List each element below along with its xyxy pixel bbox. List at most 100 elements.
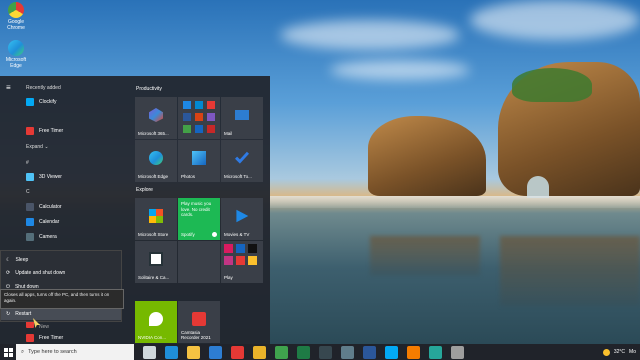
app-item-calendar[interactable]: Calendar xyxy=(26,216,59,228)
clockify-icon xyxy=(26,98,34,106)
tile-label: Microsoft Edge xyxy=(138,174,169,179)
tile-mail[interactable]: Mail xyxy=(221,97,263,139)
tile-movies-tv[interactable]: Movies & TV xyxy=(221,198,263,240)
power-option-restart[interactable]: ↻ Restart xyxy=(1,308,121,320)
edge-icon xyxy=(8,40,24,56)
calculator-icon xyxy=(26,203,34,211)
spotify-icon xyxy=(212,232,217,237)
update-icon: ⟳ xyxy=(6,270,11,276)
restart-tooltip: Closes all apps, turns off the PC, and t… xyxy=(0,289,124,309)
number-5-icon[interactable] xyxy=(231,345,244,359)
app-item-label: 3D Viewer xyxy=(39,174,62,180)
edge-icon[interactable] xyxy=(165,345,178,359)
weather-temperature[interactable]: 32°C xyxy=(614,349,625,355)
desktop-icon-edge[interactable]: Microsoft Edge xyxy=(3,40,29,69)
terminal-icon[interactable] xyxy=(319,345,332,359)
play-icon xyxy=(236,209,249,223)
tile-microsoft-365[interactable]: Microsoft 365... xyxy=(135,97,177,139)
tile-solitaire[interactable]: Solitaire & Ca... xyxy=(135,241,177,283)
app-item-free-timer[interactable]: Free Timer xyxy=(26,125,63,137)
word-icon[interactable] xyxy=(363,345,376,359)
tile-label: Solitaire & Ca... xyxy=(138,275,170,280)
calendar-icon xyxy=(26,218,34,226)
camtasia-icon[interactable] xyxy=(275,345,288,359)
app-item-calculator[interactable]: Calculator xyxy=(26,201,62,213)
tile-label: NVIDIA Con... xyxy=(138,335,167,340)
app-item-label: Free Timer xyxy=(39,335,64,341)
tile-spotify[interactable]: Play music you love. No credit cards. Sp… xyxy=(178,198,220,240)
section-header-hash[interactable]: # xyxy=(26,160,29,166)
start-button[interactable] xyxy=(0,344,16,360)
windows-logo-icon xyxy=(3,347,13,357)
app-item-camera[interactable]: Camera xyxy=(26,231,57,243)
tile-microsoft-edge[interactable]: Microsoft Edge xyxy=(135,140,177,182)
power-option-sleep[interactable]: ☾ Sleep xyxy=(1,254,121,266)
nvidia-icon xyxy=(149,312,163,326)
mail-icon[interactable] xyxy=(209,345,222,359)
tile-label: Microsoft 365... xyxy=(138,131,169,136)
power-option-update-shutdown[interactable]: ⟳ Update and shut down xyxy=(1,267,121,279)
app-item-label: Camera xyxy=(39,234,57,240)
power-menu: ☾ Sleep ⟳ Update and shut down ⏻ Shut do… xyxy=(0,250,122,322)
restart-icon: ↻ xyxy=(6,311,11,317)
power-option-label: Restart xyxy=(15,311,32,317)
tile-microsoft-store[interactable]: Microsoft Store xyxy=(135,198,177,240)
desktop-icon-label: Microsoft Edge xyxy=(5,57,27,69)
office-apps-grid-icon xyxy=(183,101,215,133)
expand-label: Expand xyxy=(26,144,43,150)
tile-empty xyxy=(178,241,220,283)
section-header-c[interactable]: C xyxy=(26,189,30,195)
edge-icon xyxy=(149,151,163,165)
tile-area: Productivity Microsoft 365... Mail Micro… xyxy=(130,76,270,344)
clockify-icon[interactable] xyxy=(385,345,398,359)
sea-stack-left xyxy=(368,116,486,196)
tile-label: Spotify xyxy=(181,232,195,237)
app-item-clockify[interactable]: Clockify xyxy=(26,96,57,108)
checkmark-icon xyxy=(235,151,249,164)
power-option-label: Update and shut down xyxy=(15,270,66,276)
tile-play[interactable]: Play xyxy=(221,241,263,283)
taskbar: ⌕ Type here to search 32°C Mo xyxy=(0,344,640,360)
tile-office-apps[interactable] xyxy=(178,97,220,139)
search-icon: ⌕ xyxy=(21,348,25,355)
app-item-label: Calculator xyxy=(39,204,62,210)
tile-label: Mail xyxy=(224,131,233,136)
moon-icon: ☾ xyxy=(6,257,11,263)
weather-icon xyxy=(602,348,610,356)
excel-icon[interactable] xyxy=(297,345,310,359)
tile-photos[interactable]: Photos xyxy=(178,140,220,182)
tile-camtasia[interactable]: Camtasia Recorder 2021 xyxy=(178,301,220,343)
timer-icon xyxy=(26,127,34,135)
tile-label: Play xyxy=(224,275,233,280)
app-item-label: Free Timer xyxy=(39,128,64,134)
app-item-3d-viewer[interactable]: 3D Viewer xyxy=(26,171,62,183)
system-tray: 32°C Mo xyxy=(602,344,640,360)
chrome-icon[interactable] xyxy=(253,345,266,359)
timer-icon xyxy=(26,334,34,342)
vlc-icon[interactable] xyxy=(407,345,420,359)
desktop-icon-chrome[interactable]: Google Chrome xyxy=(3,2,29,31)
app-item-free-timer-2[interactable]: Free Timer xyxy=(26,332,63,344)
cards-icon xyxy=(149,252,163,266)
tile-nvidia[interactable]: NVIDIA Con... xyxy=(135,301,177,343)
tile-microsoft-todo[interactable]: Microsoft To... xyxy=(221,140,263,182)
hamburger-menu-icon[interactable]: ≡ xyxy=(6,84,14,92)
start-menu: ≡ Recently added Clockify Free Timer Exp… xyxy=(0,76,270,344)
expand-button[interactable]: Expand ⌄ xyxy=(26,144,49,150)
file-explorer-icon[interactable] xyxy=(187,345,200,359)
section-header-recent: Recently added xyxy=(26,85,61,91)
weather-condition[interactable]: Mo xyxy=(629,349,636,355)
calculator-icon[interactable] xyxy=(341,345,354,359)
power-option-label: Sleep xyxy=(15,257,29,263)
photos-icon xyxy=(192,151,206,165)
desktop-icon-label: Google Chrome xyxy=(7,19,25,31)
task-view-icon[interactable] xyxy=(143,345,156,359)
settings-icon[interactable] xyxy=(451,345,464,359)
app-item-label: Calendar xyxy=(39,219,60,225)
notes-icon[interactable] xyxy=(429,345,442,359)
group-title-explore: Explore xyxy=(136,187,153,193)
chevron-down-icon: ⌄ xyxy=(44,144,49,150)
taskbar-search-box[interactable]: ⌕ Type here to search xyxy=(16,344,134,360)
search-placeholder: Type here to search xyxy=(28,349,77,355)
tile-label: Photos xyxy=(181,174,196,179)
